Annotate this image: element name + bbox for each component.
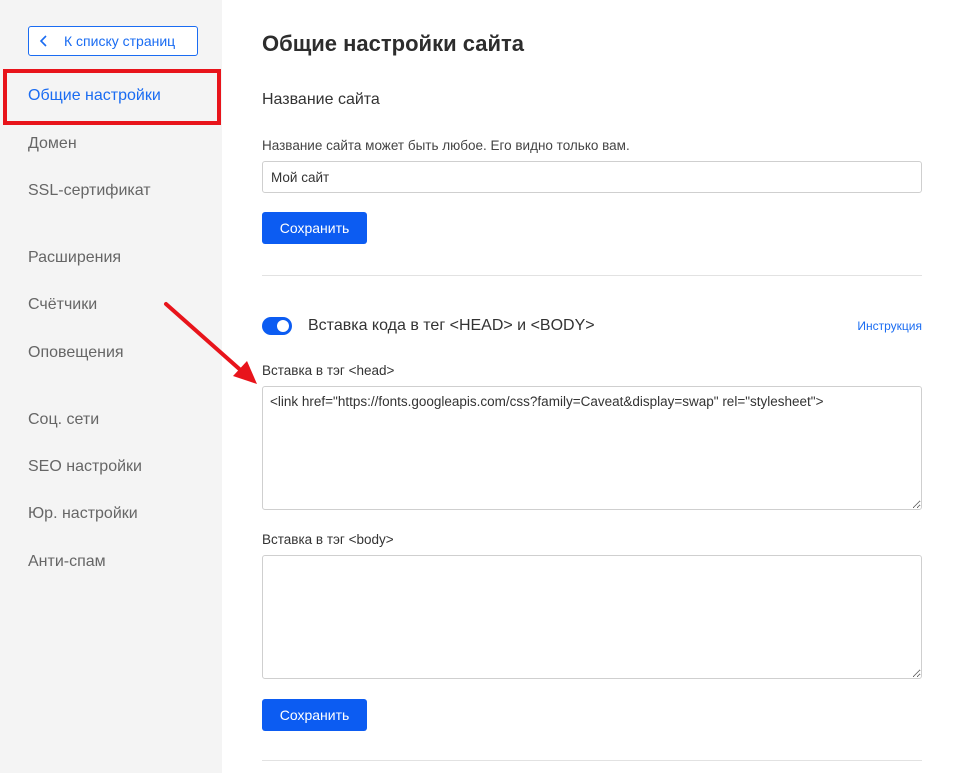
instruction-link[interactable]: Инструкция <box>857 319 922 333</box>
chevron-left-icon <box>39 35 61 47</box>
sidebar-item-social[interactable]: Соц. сети <box>28 411 99 429</box>
sidebar-item-seo[interactable]: SEO настройки <box>28 458 142 476</box>
body-insert-label: Вставка в тэг <body> <box>262 532 394 547</box>
site-name-input[interactable] <box>262 161 922 193</box>
bottom-divider <box>262 760 922 761</box>
back-to-pages-button[interactable]: К списку страниц <box>28 26 198 56</box>
page-title: Общие настройки сайта <box>262 31 524 56</box>
save-code-button[interactable]: Сохранить <box>262 699 367 731</box>
site-name-section-title: Название сайта <box>262 91 380 108</box>
code-insert-toggle[interactable] <box>262 317 292 335</box>
sidebar-item-ssl[interactable]: SSL-сертификат <box>28 182 151 200</box>
sidebar-item-notifications[interactable]: Оповещения <box>28 344 124 362</box>
head-insert-textarea[interactable]: <link href="https://fonts.googleapis.com… <box>262 386 922 510</box>
sidebar-item-extensions[interactable]: Расширения <box>28 249 121 267</box>
site-name-hint: Название сайта может быть любое. Его вид… <box>262 138 630 153</box>
body-insert-textarea[interactable] <box>262 555 922 679</box>
sidebar: К списку страниц Общие настройки Домен S… <box>0 0 222 773</box>
section-divider <box>262 275 922 276</box>
toggle-knob <box>277 320 289 332</box>
sidebar-item-antispam[interactable]: Анти-спам <box>28 553 106 571</box>
head-insert-label: Вставка в тэг <head> <box>262 363 395 378</box>
code-insert-label: Вставка кода в тег <HEAD> и <BODY> <box>308 317 595 334</box>
sidebar-item-general-settings[interactable]: Общие настройки <box>28 87 161 105</box>
sidebar-item-counters[interactable]: Счётчики <box>28 296 97 314</box>
sidebar-item-domain[interactable]: Домен <box>28 135 77 153</box>
sidebar-item-legal[interactable]: Юр. настройки <box>28 505 138 523</box>
save-site-name-button[interactable]: Сохранить <box>262 212 367 244</box>
back-button-label: К списку страниц <box>64 33 176 49</box>
